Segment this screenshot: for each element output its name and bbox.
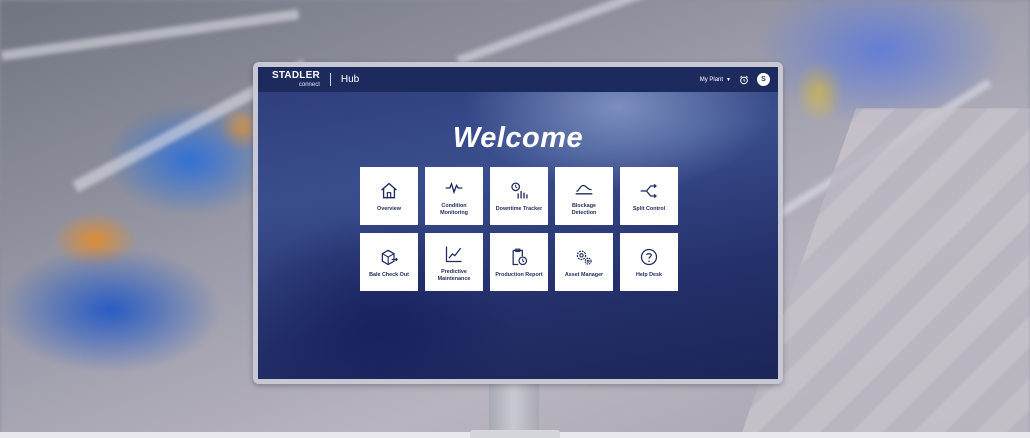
tile-label: Blockage Detection <box>571 203 597 216</box>
question-icon <box>640 249 658 266</box>
tile-help-desk[interactable]: Help Desk <box>620 233 678 291</box>
blockage-icon <box>575 184 593 195</box>
top-bar: STADLER connect Hub My Plant ▼ S <box>258 67 778 92</box>
box-arrow-icon <box>381 249 399 266</box>
monitor-stand-base <box>470 430 560 438</box>
home-icon <box>381 182 397 199</box>
tile-label: Bale Check Out <box>369 272 409 279</box>
tile-overview[interactable]: Overview <box>360 167 418 225</box>
app-tile-grid: Overview Condition Monitoring Downtime T… <box>360 167 678 291</box>
tile-label: Asset Manager <box>564 272 604 279</box>
brand-name: STADLER <box>272 70 320 81</box>
tile-production-report[interactable]: Production Report <box>490 233 548 291</box>
split-arrow-icon <box>640 184 658 199</box>
tile-asset-manager[interactable]: Asset Manager <box>555 233 613 291</box>
tile-condition-monitoring[interactable]: Condition Monitoring <box>425 167 483 225</box>
welcome-heading: Welcome <box>452 122 584 154</box>
tile-label: Downtime Tracker <box>495 206 543 213</box>
tile-downtime-tracker[interactable]: Downtime Tracker <box>490 167 548 225</box>
clipboard-clock-icon <box>512 248 528 266</box>
tile-label: Overview <box>377 206 401 213</box>
tile-label: Help Desk <box>635 272 663 279</box>
tile-split-control[interactable]: Split Control <box>620 167 678 225</box>
tile-label: Production Report <box>495 272 543 279</box>
stopwatch-bars-icon <box>511 182 528 199</box>
pulse-icon <box>445 181 463 195</box>
brand-divider <box>329 73 331 86</box>
plant-selector-label: My Plant <box>699 76 724 83</box>
gears-icon <box>576 250 592 265</box>
tile-predictive-maintenance[interactable]: Predictive Maintenance <box>425 233 483 291</box>
tile-label: Split Control <box>632 206 666 213</box>
hub-screen: STADLER connect Hub My Plant ▼ S Welcome <box>258 67 778 379</box>
tile-label: Predictive Maintenance <box>437 269 471 282</box>
brand-logo[interactable]: STADLER connect <box>272 70 320 89</box>
alarm-clock-icon[interactable] <box>739 75 749 85</box>
chevron-down-icon: ▼ <box>726 76 731 83</box>
app-title: Hub <box>340 74 360 85</box>
user-avatar[interactable]: S <box>757 73 770 86</box>
tile-blockage-detection[interactable]: Blockage Detection <box>555 167 613 225</box>
monitor: STADLER connect Hub My Plant ▼ S Welcome <box>253 62 783 384</box>
brand-sub: connect <box>298 82 320 88</box>
trend-chart-icon <box>445 246 462 263</box>
plant-selector[interactable]: My Plant ▼ <box>700 77 731 83</box>
tile-label: Condition Monitoring <box>440 203 468 216</box>
tile-bale-check-out[interactable]: Bale Check Out <box>360 233 418 291</box>
